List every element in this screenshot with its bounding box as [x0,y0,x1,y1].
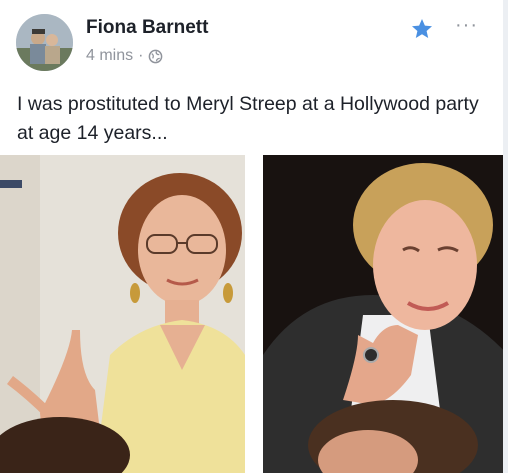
post-text: I was prostituted to Meryl Streep at a H… [17,93,479,144]
timestamp[interactable]: 4 mins [86,47,133,65]
avatar[interactable] [16,14,73,71]
post-meta: 4 mins · [86,47,163,65]
post-card: Fiona Barnett 4 mins · ··· I was prostit… [0,0,508,473]
author-name[interactable]: Fiona Barnett [86,17,208,39]
card-edge [503,0,508,473]
star-icon[interactable] [410,17,434,41]
meta-separator: · [138,47,144,64]
left-photo[interactable] [0,155,245,473]
globe-icon [148,49,163,64]
right-photo[interactable] [263,155,508,473]
more-options-button[interactable]: ··· [455,14,478,37]
photo-divider [245,155,263,473]
